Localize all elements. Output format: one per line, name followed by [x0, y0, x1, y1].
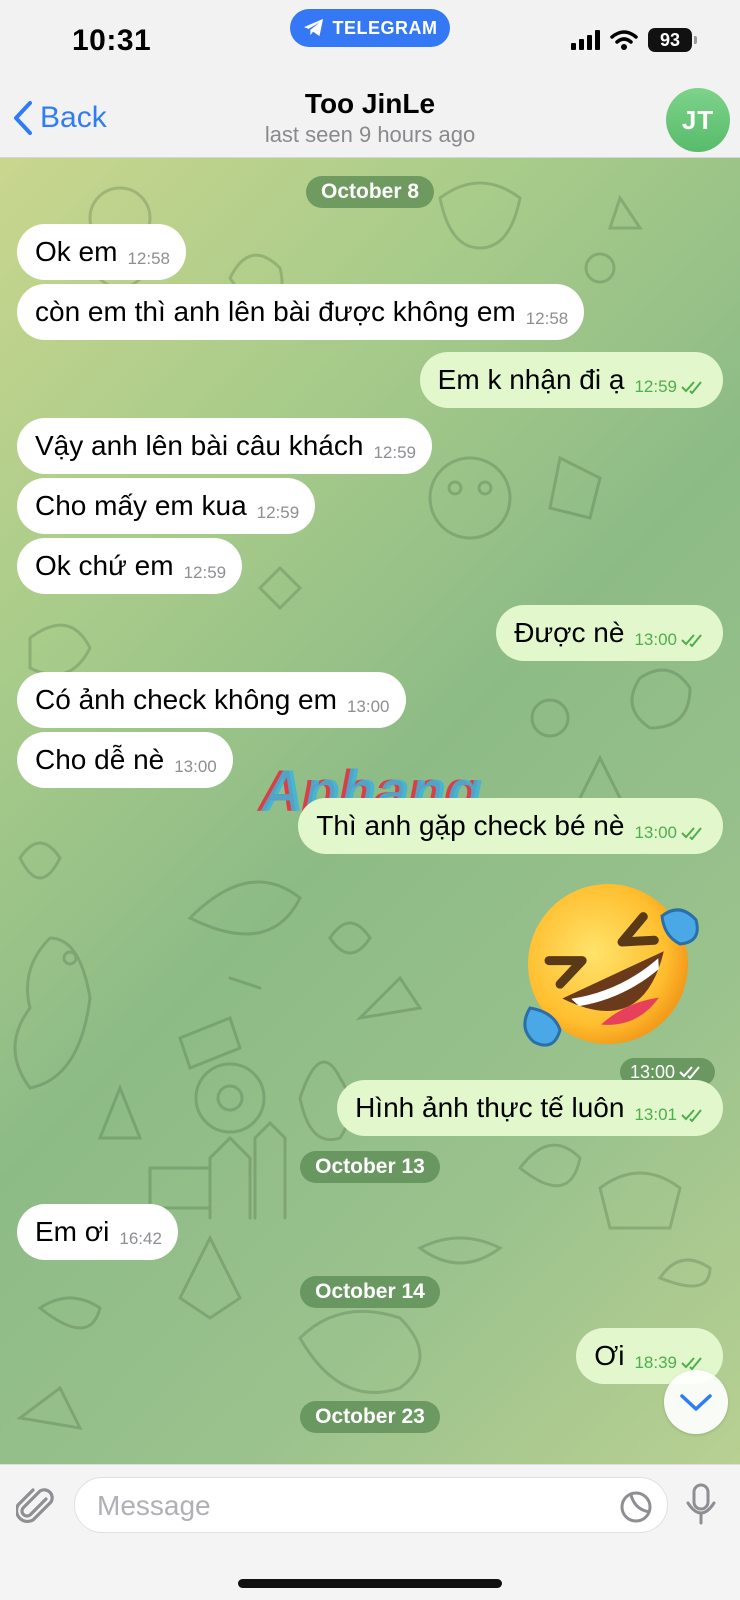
message-outgoing[interactable]: Hình ảnh thực tế luôn 13:01 — [337, 1080, 723, 1136]
chat-header: Back Too JinLe last seen 9 hours ago JT — [0, 80, 740, 158]
read-receipt-icon — [681, 1109, 702, 1122]
message-time: 18:39 — [634, 1353, 677, 1372]
read-receipt-icon — [679, 1066, 700, 1079]
message-time: 12:59 — [373, 443, 416, 462]
wifi-icon — [610, 30, 638, 50]
message-text: Ok em — [35, 236, 118, 267]
telegram-icon — [303, 18, 323, 37]
date-separator: October 23 — [300, 1401, 440, 1433]
message-time: 13:00 — [346, 697, 390, 716]
status-bar: 10:31 TELEGRAM 93 — [0, 0, 740, 80]
message-time: 12:59 — [183, 563, 227, 582]
message-outgoing[interactable]: Thì anh gặp check bé nè 13:00 — [298, 798, 723, 854]
message-incoming[interactable]: Cho dễ nè 13:00 — [17, 732, 233, 788]
contact-name: Too JinLe — [304, 88, 436, 119]
message-text: Hình ảnh thực tế luôn — [355, 1092, 625, 1123]
message-incoming[interactable]: Có ảnh check không em 13:00 — [17, 672, 406, 728]
message-time: 13:00 — [634, 630, 677, 649]
message-time: 16:42 — [119, 1229, 162, 1248]
message-time: 12:59 — [634, 377, 677, 396]
read-receipt-icon — [681, 634, 702, 647]
message-time: 13:00 — [174, 757, 217, 776]
message-text: Cho dễ nè — [35, 744, 165, 775]
scroll-down-button[interactable] — [664, 1370, 728, 1434]
chat-area[interactable]: October 8 Ok em 12:58 còn em thì anh lên… — [0, 158, 740, 1464]
microphone-icon[interactable] — [684, 1483, 718, 1527]
date-separator: October 13 — [300, 1151, 440, 1183]
contact-info[interactable]: Too JinLe last seen 9 hours ago — [0, 88, 740, 148]
message-input[interactable] — [97, 1486, 577, 1526]
read-receipt-icon — [681, 1357, 702, 1370]
last-seen-status: last seen 9 hours ago — [264, 122, 476, 147]
message-input-bar — [0, 1464, 740, 1600]
message-time: 13:00 — [634, 823, 677, 842]
message-text: Cho mấy em kua — [35, 490, 247, 521]
message-time: 12:58 — [525, 309, 569, 328]
message-time: 13:01 — [634, 1105, 677, 1124]
message-text: Ok chứ em — [35, 550, 174, 581]
message-text: Em k nhận đi ạ — [437, 364, 625, 395]
status-icons: 93 — [571, 28, 697, 52]
message-outgoing[interactable]: Em k nhận đi ạ 12:59 — [419, 352, 723, 408]
status-time: 10:31 — [72, 24, 152, 57]
message-incoming[interactable]: Ok em 12:58 — [17, 224, 187, 280]
message-incoming[interactable]: Cho mấy em kua 12:59 — [17, 478, 316, 534]
battery-icon: 93 — [648, 28, 697, 52]
message-incoming[interactable]: Vậy anh lên bài câu khách 12:59 — [17, 418, 432, 474]
message-time: 12:59 — [256, 503, 300, 522]
message-outgoing[interactable]: Được nè 13:00 — [496, 605, 723, 661]
cellular-signal-icon — [571, 30, 600, 50]
telegram-pill[interactable]: TELEGRAM — [290, 9, 450, 47]
message-text: còn em thì anh lên bài được không em — [35, 296, 516, 327]
avatar[interactable]: JT — [666, 88, 730, 152]
home-indicator[interactable] — [238, 1579, 502, 1588]
message-incoming[interactable]: Em ơi 16:42 — [17, 1204, 178, 1260]
message-text: Ơi — [594, 1340, 625, 1371]
message-incoming[interactable]: Ok chứ em 12:59 — [17, 538, 243, 594]
message-text: Có ảnh check không em — [35, 684, 337, 715]
chevron-down-icon — [680, 1394, 712, 1411]
message-field[interactable] — [74, 1477, 668, 1533]
date-separator: October 14 — [300, 1276, 440, 1308]
message-text: Em ơi — [35, 1216, 110, 1247]
message-incoming[interactable]: còn em thì anh lên bài được không em 12:… — [17, 284, 585, 340]
message-text: Được nè — [514, 617, 625, 648]
rolling-on-floor-laughing-emoji-icon[interactable] — [516, 876, 702, 1054]
message-text: Vậy anh lên bài câu khách — [35, 430, 364, 461]
message-text: Thì anh gặp check bé nè — [316, 810, 625, 841]
read-receipt-icon — [681, 381, 702, 394]
telegram-pill-label: TELEGRAM — [332, 17, 438, 38]
date-separator: October 8 — [306, 176, 434, 208]
message-time: 12:58 — [127, 249, 171, 268]
read-receipt-icon — [681, 827, 702, 840]
sticker-icon[interactable] — [619, 1490, 653, 1524]
attachment-icon[interactable] — [16, 1485, 56, 1529]
